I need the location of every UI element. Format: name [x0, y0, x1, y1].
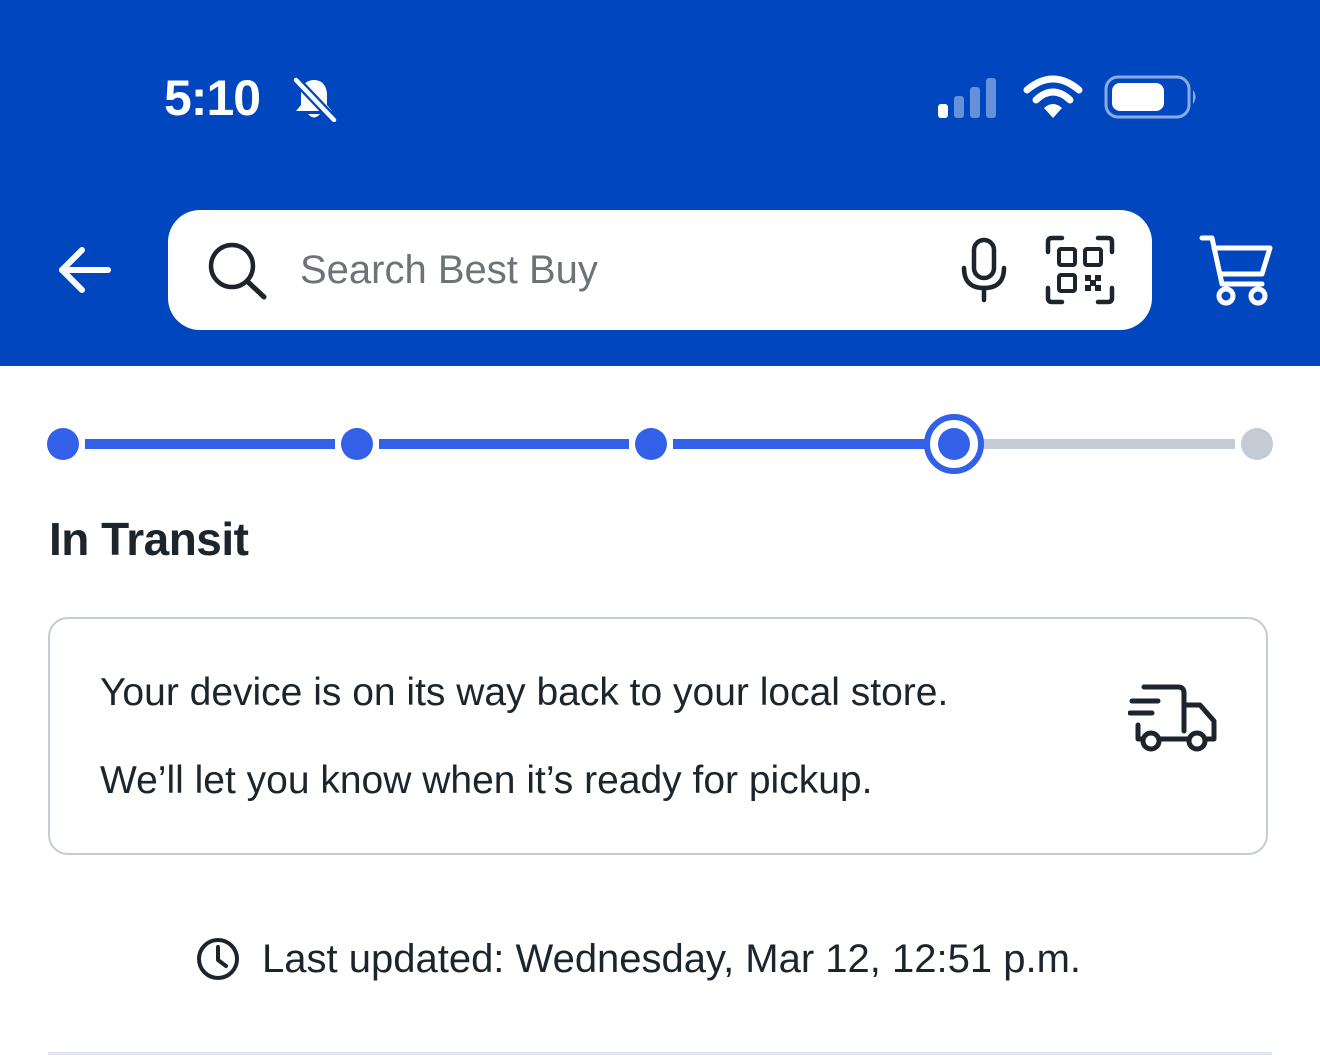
voice-search-button[interactable]: [954, 236, 1014, 304]
scan-button[interactable]: [1044, 234, 1116, 306]
bell-slash-icon: [291, 76, 339, 122]
cart-icon: [1199, 235, 1273, 306]
status-title: In Transit: [49, 513, 249, 565]
progress-step-pending: [1241, 428, 1273, 460]
clock-icon: [197, 938, 239, 980]
back-button[interactable]: [52, 238, 116, 302]
progress-step-complete: [635, 428, 667, 460]
back-arrow-icon: [59, 247, 111, 293]
battery-icon: [1104, 75, 1196, 119]
last-updated: Last updated: Wednesday, Mar 12, 12:51 p…: [196, 932, 1081, 986]
status-bar-time: 5:10: [164, 70, 261, 126]
qr-code-scanner-icon: [1045, 235, 1115, 305]
search-icon: [208, 242, 267, 300]
status-message-card: Your device is on its way back to your l…: [48, 617, 1268, 855]
progress-tracker: [47, 414, 1273, 474]
progress-step-current: [938, 428, 970, 460]
microphone-icon: [961, 237, 1007, 303]
app-header: 5:10: [0, 0, 1320, 366]
progress-step-complete: [47, 428, 79, 460]
wifi-icon: [1023, 75, 1083, 118]
search-bar[interactable]: [168, 210, 1152, 330]
progress-step-complete: [341, 428, 373, 460]
cart-button[interactable]: [1198, 232, 1274, 308]
delivery-truck-icon: [1128, 684, 1217, 752]
status-message-line-2: We’ll let you know when it’s ready for p…: [100, 759, 873, 802]
status-message-line-1: Your device is on its way back to your l…: [100, 671, 949, 714]
divider: [48, 1052, 1272, 1055]
search-input[interactable]: [300, 240, 920, 300]
cellular-signal-icon: [938, 78, 996, 118]
last-updated-text: Last updated: Wednesday, Mar 12, 12:51 p…: [262, 936, 1082, 981]
